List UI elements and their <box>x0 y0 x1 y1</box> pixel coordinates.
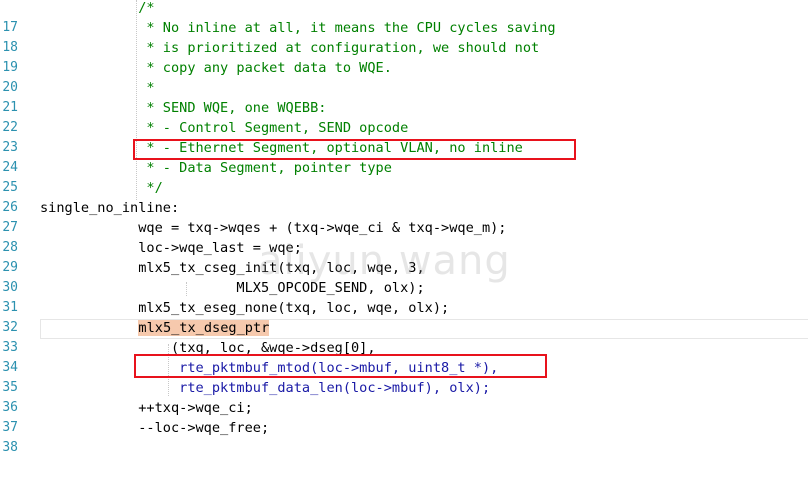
code-line[interactable]: 20 * copy any packet data to WQE. <box>0 58 808 95</box>
code-line[interactable]: 27 single_no_inline: <box>0 198 808 235</box>
annotation-box-pktmbuf-mtod <box>134 354 547 378</box>
code-text: * - Control Segment, SEND opcode <box>40 120 409 136</box>
code-text: wqe = txq->wqes + (txq->wqe_ci & txq->wq… <box>40 220 507 236</box>
code-text: mlx5_tx_dseg_ptr <box>138 318 270 338</box>
code-line[interactable]: 28 wqe = txq->wqes + (txq->wqe_ci & txq-… <box>0 218 808 255</box>
code-line[interactable]: 19 * is prioritized at configuration, we… <box>0 38 808 75</box>
code-line[interactable]: 32 mlx5_tx_eseg_none(txq, loc, wqe, olx)… <box>0 298 808 335</box>
code-editor[interactable]: 17 /* 18 * No inline at all, it means th… <box>0 0 808 455</box>
annotation-box-ethernet-segment <box>133 139 576 160</box>
code-text: * is prioritized at configuration, we sh… <box>40 40 540 56</box>
code-text: rte_pktmbuf_data_len(loc->mbuf), olx); <box>40 380 491 396</box>
code-text: * copy any packet data to WQE. <box>40 60 392 76</box>
code-line[interactable]: 26 */ <box>0 178 808 215</box>
code-text: ++txq->wqe_ci; <box>40 400 253 416</box>
indent-guide <box>186 282 187 296</box>
highlighted-symbol: mlx5_tx_dseg_ptr <box>138 320 270 336</box>
line-number: 38 <box>2 440 18 455</box>
code-text: single_no_inline: <box>40 200 180 216</box>
code-text: * No inline at all, it means the CPU cyc… <box>40 20 556 36</box>
code-line[interactable]: 18 * No inline at all, it means the CPU … <box>0 18 808 55</box>
code-text: * - Data Segment, pointer type <box>40 160 392 176</box>
code-text: * <box>40 80 155 96</box>
code-line-current[interactable]: 33 mlx5_tx_dseg_ptr <box>0 318 808 355</box>
indent-guide <box>136 0 137 200</box>
code-line[interactable]: 21 * <box>0 78 808 115</box>
code-line[interactable]: 37 ++txq->wqe_ci; <box>0 398 808 435</box>
code-line[interactable]: 23 * - Control Segment, SEND opcode <box>0 118 808 155</box>
code-line[interactable]: 38 --loc->wqe_free; <box>0 418 808 455</box>
code-text: */ <box>40 180 163 196</box>
code-line[interactable]: 22 * SEND WQE, one WQEBB: <box>0 98 808 135</box>
code-line[interactable]: 25 * - Data Segment, pointer type <box>0 158 808 195</box>
watermark: aliyun wang <box>258 238 511 284</box>
code-text: mlx5_tx_eseg_none(txq, loc, wqe, olx); <box>40 300 450 316</box>
code-line[interactable]: 36 rte_pktmbuf_data_len(loc->mbuf), olx)… <box>0 378 808 415</box>
code-text: --loc->wqe_free; <box>40 420 270 436</box>
code-text: * SEND WQE, one WQEBB: <box>40 100 327 116</box>
code-line[interactable]: 17 /* <box>0 0 808 35</box>
code-text: /* <box>40 0 155 16</box>
